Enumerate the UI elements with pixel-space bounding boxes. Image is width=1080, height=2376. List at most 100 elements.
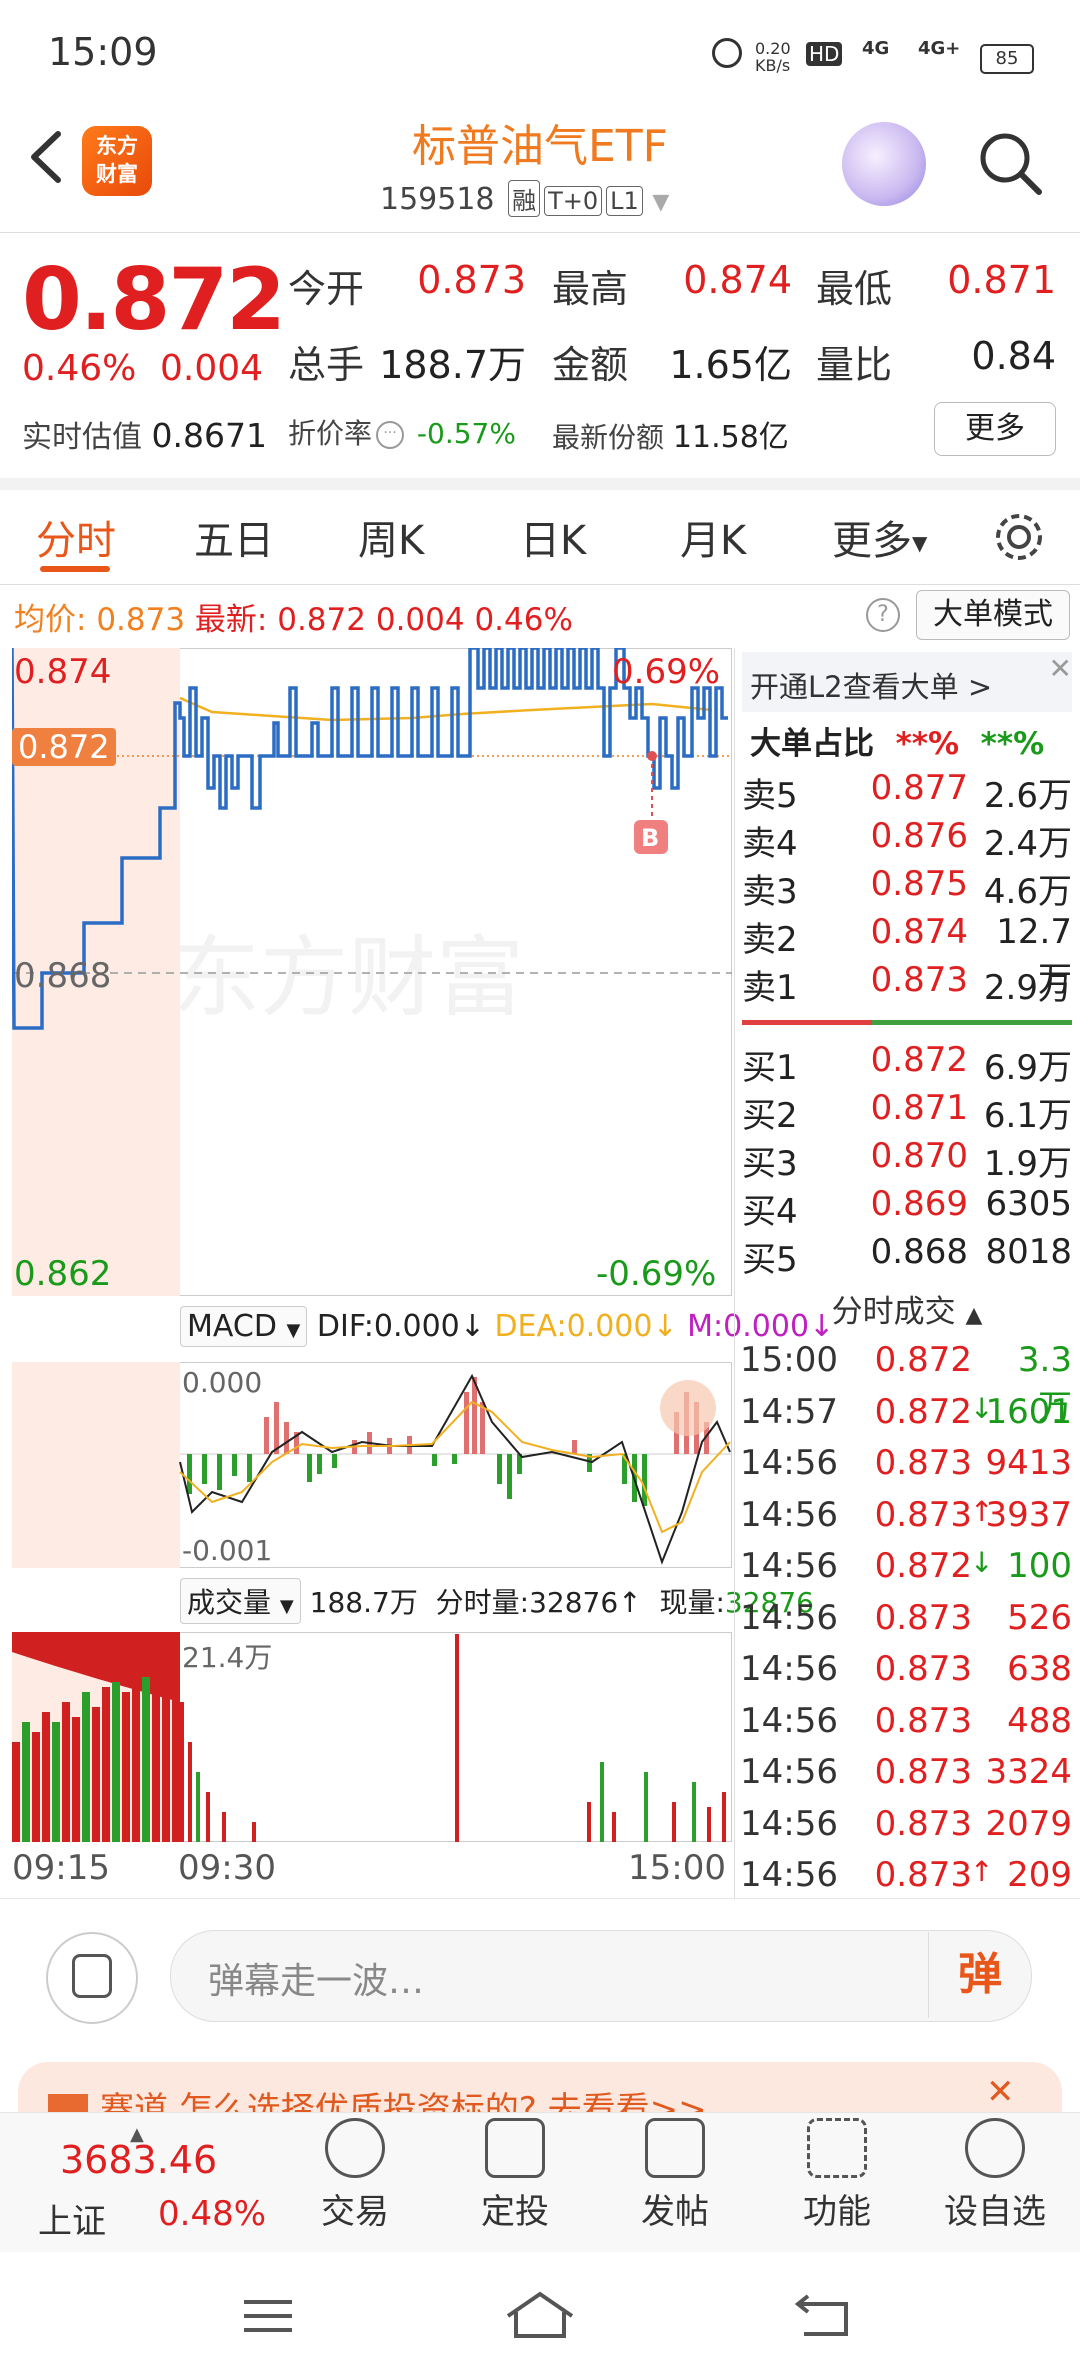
ask-price[interactable]: 0.876 <box>852 816 968 856</box>
nav-add-watchlist[interactable]: 设自选 <box>940 2118 1050 2233</box>
index-name[interactable]: 上证 <box>38 2194 106 2243</box>
tick-price: 0.873 <box>874 1803 972 1844</box>
more-dots-icon <box>965 2118 1025 2178</box>
x-label-open: 09:30 <box>178 1848 276 1888</box>
back-arrow-icon[interactable] <box>22 122 72 192</box>
shares-value: 11.58亿 <box>672 420 789 455</box>
tick-price: 0.873 <box>874 1752 972 1792</box>
tag-margin: 融 <box>508 180 541 217</box>
nav-trade[interactable]: 交易 <box>300 2118 410 2233</box>
macd-bottom-label: -0.001 <box>182 1534 273 1567</box>
amount-value: 1.65亿 <box>669 343 792 387</box>
menu-icon[interactable] <box>240 2296 296 2336</box>
nav-add-watchlist-label: 设自选 <box>944 2192 1046 2232</box>
banner-close-icon[interactable]: ✕ <box>986 2072 1015 2112</box>
search-icon[interactable] <box>975 128 1045 198</box>
tab-more[interactable]: 更多▼ <box>832 508 927 566</box>
volume-total: 188.7万 <box>309 1586 418 1619</box>
page-title: 标普油气ETF <box>412 121 668 172</box>
nav-post-label: 发帖 <box>641 2192 709 2232</box>
fund-code-row[interactable]: 159518 融 T+0 L1 ▼ <box>380 180 669 217</box>
chevron-down-icon[interactable]: ▼ <box>652 190 669 215</box>
tick-time: 14:56 <box>740 1752 838 1792</box>
volume-selector[interactable]: 成交量 ▼ <box>180 1578 301 1624</box>
ask-volume: 2.6万 <box>983 776 1072 816</box>
macd-canvas <box>12 1362 732 1568</box>
macd-name: MACD <box>187 1309 277 1344</box>
bid-volume: 8018 <box>985 1232 1072 1272</box>
hd-icon: HD <box>806 42 843 66</box>
gear-icon[interactable] <box>990 508 1048 566</box>
caret-down-icon: ▼ <box>279 1596 294 1617</box>
ask-price[interactable]: 0.875 <box>852 864 968 904</box>
bid-volume: 6305 <box>985 1184 1072 1224</box>
volume-intraday: 分时量:32876↑ <box>435 1586 642 1619</box>
info-dots-icon[interactable]: ··· <box>376 421 405 449</box>
caret-down-icon: ▼ <box>286 1320 301 1341</box>
realtime-estimate: 实时估值 0.8671 <box>22 412 267 456</box>
open-label: 今开 <box>288 267 365 311</box>
tick-time: 14:56 <box>740 1700 838 1741</box>
tick-volume: 1601 <box>985 1391 1072 1432</box>
tab-five-day[interactable]: 五日 <box>194 508 274 566</box>
l2-promo[interactable]: 开通L2查看大单 > ✕ <box>742 652 1072 712</box>
danmu-settings-icon[interactable] <box>46 1932 138 2024</box>
avg-label: 均价: <box>14 602 87 638</box>
discount-rate[interactable]: 折价率 ··· -0.57% <box>288 412 516 452</box>
volume-now-label: 现量: <box>659 1586 725 1619</box>
danmu-button[interactable]: 弹 <box>928 1932 1031 2018</box>
pct-bottom-label: -0.69% <box>596 1254 717 1294</box>
tick-time: 14:56 <box>740 1494 838 1535</box>
volume-header: 成交量 ▼ 188.7万 分时量:32876↑ 现量:32876 <box>180 1578 814 1624</box>
ask-level-label: 卖4 <box>742 824 798 864</box>
high-label: 最高 <box>552 267 629 311</box>
big-order-mode-button[interactable]: 大单模式 <box>916 590 1070 640</box>
watermark: 东方财富 <box>172 926 524 1029</box>
back-icon[interactable] <box>794 2292 854 2338</box>
tick-price: 0.873 <box>874 1443 972 1483</box>
nav-functions[interactable]: 功能 <box>782 2118 892 2233</box>
tick-price: 0.872 <box>874 1391 972 1432</box>
l2-promo-text: 开通L2查看大单 > <box>750 670 993 704</box>
bid-price[interactable]: 0.872 <box>852 1040 968 1080</box>
tick-volume: 3324 <box>985 1752 1072 1792</box>
nav-functions-label: 功能 <box>803 2192 871 2232</box>
more-button[interactable]: 更多 <box>934 402 1056 456</box>
nav-auto-invest[interactable]: 定投 <box>460 2118 570 2233</box>
nav-auto-invest-label: 定投 <box>481 2192 549 2232</box>
ask-level-label: 卖5 <box>742 776 798 816</box>
ticks-header[interactable]: 分时成交 ▲ <box>734 1286 1080 1331</box>
help-icon[interactable]: ? <box>866 598 900 632</box>
nav-post[interactable]: 发帖 <box>620 2118 730 2233</box>
macd-dea: DEA:0.000↓ <box>494 1309 678 1344</box>
bid-price[interactable]: 0.868 <box>852 1232 968 1272</box>
tab-monthly[interactable]: 月K <box>680 508 746 566</box>
ask-price[interactable]: 0.873 <box>852 960 968 1000</box>
index-pct[interactable]: 0.48% <box>158 2194 266 2234</box>
tick-price: 0.873 <box>874 1649 972 1689</box>
volume-name: 成交量 <box>187 1586 272 1619</box>
home-icon[interactable] <box>504 2290 576 2340</box>
close-icon[interactable]: ✕ <box>1049 652 1072 685</box>
bid-price[interactable]: 0.871 <box>852 1088 968 1128</box>
bid-price[interactable]: 0.869 <box>852 1184 968 1224</box>
macd-selector[interactable]: MACD ▼ <box>180 1306 308 1347</box>
tab-daily[interactable]: 日K <box>520 508 586 566</box>
big-order-ratio: 大单占比 **% **% <box>750 718 1044 763</box>
signal-4g-icon: 4G <box>862 38 890 59</box>
status-bar: 15:09 0.20 KB/s HD 4G 4G+ 85 <box>0 0 1080 110</box>
tick-price: 0.873 <box>874 1855 972 1895</box>
tab-intraday[interactable]: 分时 <box>36 508 116 566</box>
net-speed: 0.20 KB/s <box>755 39 791 75</box>
tick-volume: 526 <box>1007 1597 1072 1638</box>
y-current-label: 0.872 <box>12 728 116 766</box>
status-time: 15:09 <box>48 30 158 74</box>
bid-price[interactable]: 0.870 <box>852 1136 968 1176</box>
tab-weekly[interactable]: 周K <box>358 508 424 566</box>
x-label-start: 09:15 <box>12 1848 110 1888</box>
current-price: 0.872 <box>22 250 286 350</box>
ask-price[interactable]: 0.874 <box>852 912 968 952</box>
assistant-robot-icon[interactable] <box>842 122 926 206</box>
nav-trade-label: 交易 <box>321 2192 389 2232</box>
ask-price[interactable]: 0.877 <box>852 768 968 808</box>
